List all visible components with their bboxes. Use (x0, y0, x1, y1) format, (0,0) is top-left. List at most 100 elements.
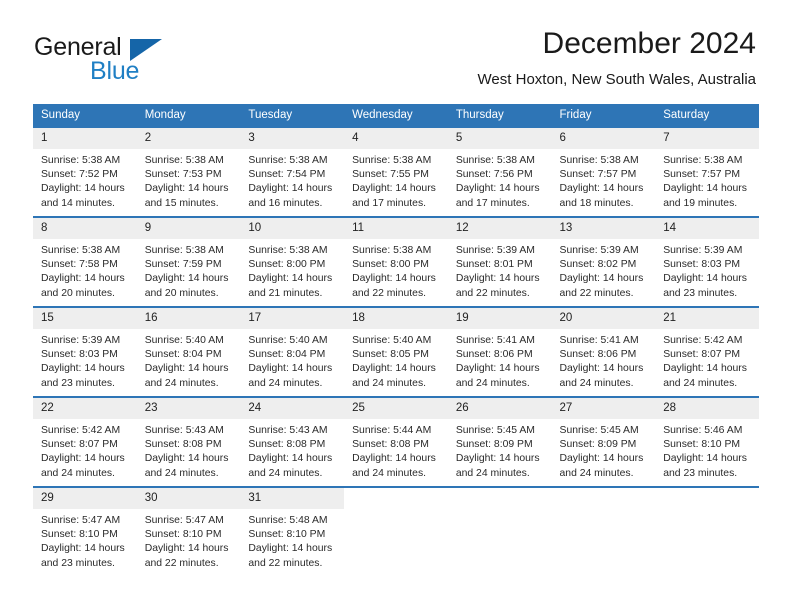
day-cell[interactable]: 12 Sunrise: 5:39 AM Sunset: 8:01 PM Dayl… (447, 216, 552, 307)
day-cell[interactable]: 26 Sunrise: 5:45 AM Sunset: 8:09 PM Dayl… (447, 396, 552, 487)
sunrise-text: Sunrise: 5:40 AM (144, 335, 224, 346)
day-cell[interactable]: 15 Sunrise: 5:39 AM Sunset: 8:03 PM Dayl… (33, 306, 137, 397)
weekday-header-saturday: Saturday (655, 104, 759, 127)
day-details: Sunrise: 5:47 AM Sunset: 8:10 PM Dayligh… (33, 509, 137, 571)
sunset-text: Sunset: 8:09 PM (455, 439, 533, 451)
day-cell[interactable]: 24 Sunrise: 5:43 AM Sunset: 8:08 PM Dayl… (240, 396, 345, 487)
daylight-text-line2: and 14 minutes. (41, 197, 115, 209)
day-details: Sunrise: 5:38 AM Sunset: 7:52 PM Dayligh… (33, 149, 137, 211)
sunrise-text: Sunrise: 5:38 AM (559, 155, 639, 166)
day-details: Sunrise: 5:41 AM Sunset: 8:06 PM Dayligh… (448, 329, 552, 391)
daylight-text-line1: Daylight: 14 hours (352, 273, 436, 285)
generalblue-logo[interactable]: General Blue (34, 33, 234, 89)
daylight-text-line1: Daylight: 14 hours (41, 363, 125, 375)
day-cell[interactable]: 27 Sunrise: 5:45 AM Sunset: 8:09 PM Dayl… (551, 396, 656, 487)
day-cell[interactable]: 22 Sunrise: 5:42 AM Sunset: 8:07 PM Dayl… (33, 396, 137, 487)
sunset-text: Sunset: 8:07 PM (663, 349, 741, 361)
sunset-text: Sunset: 8:10 PM (144, 529, 222, 541)
day-number: 17 (240, 308, 345, 329)
day-number: 13 (551, 218, 656, 239)
weekday-header-monday: Monday (136, 104, 241, 127)
daylight-text-line2: and 23 minutes. (41, 557, 115, 569)
day-cell[interactable]: 18 Sunrise: 5:40 AM Sunset: 8:05 PM Dayl… (344, 306, 448, 397)
sunrise-text: Sunrise: 5:39 AM (455, 245, 535, 256)
day-cell[interactable]: 3 Sunrise: 5:38 AM Sunset: 7:54 PM Dayli… (240, 126, 345, 217)
daylight-text-line2: and 22 minutes. (559, 287, 634, 299)
day-cell[interactable]: 1 Sunrise: 5:38 AM Sunset: 7:52 PM Dayli… (33, 126, 137, 217)
daylight-text-line2: and 18 minutes. (559, 197, 634, 209)
day-details: Sunrise: 5:38 AM Sunset: 8:00 PM Dayligh… (240, 239, 344, 301)
day-details: Sunrise: 5:38 AM Sunset: 7:54 PM Dayligh… (240, 149, 344, 211)
day-cell[interactable]: 7 Sunrise: 5:38 AM Sunset: 7:57 PM Dayli… (655, 126, 759, 217)
daylight-text-line1: Daylight: 14 hours (352, 183, 436, 195)
daylight-text-line2: and 20 minutes. (41, 287, 115, 299)
daylight-text-line1: Daylight: 14 hours (455, 453, 540, 465)
day-number (655, 488, 759, 509)
daylight-text-line1: Daylight: 14 hours (144, 543, 229, 555)
logo-text-blue: Blue (90, 57, 140, 85)
sunset-text: Sunset: 8:04 PM (248, 349, 326, 361)
day-number: 15 (33, 308, 137, 329)
day-number: 8 (33, 218, 137, 239)
day-number: 27 (551, 398, 656, 419)
day-number: 14 (655, 218, 759, 239)
title-block: December 2024 West Hoxton, New South Wal… (478, 26, 756, 91)
day-details: Sunrise: 5:43 AM Sunset: 8:08 PM Dayligh… (137, 419, 241, 481)
day-cell[interactable]: 8 Sunrise: 5:38 AM Sunset: 7:58 PM Dayli… (33, 216, 137, 307)
daylight-text-line1: Daylight: 14 hours (559, 453, 644, 465)
day-cell[interactable]: 4 Sunrise: 5:38 AM Sunset: 7:55 PM Dayli… (344, 126, 448, 217)
day-cell[interactable]: 23 Sunrise: 5:43 AM Sunset: 8:08 PM Dayl… (136, 396, 241, 487)
day-cell[interactable]: 2 Sunrise: 5:38 AM Sunset: 7:53 PM Dayli… (136, 126, 241, 217)
day-cell[interactable]: 19 Sunrise: 5:41 AM Sunset: 8:06 PM Dayl… (447, 306, 552, 397)
daylight-text-line2: and 22 minutes. (248, 557, 323, 569)
day-cell[interactable]: 21 Sunrise: 5:42 AM Sunset: 8:07 PM Dayl… (655, 306, 759, 397)
sunset-text: Sunset: 8:02 PM (559, 259, 637, 271)
sunrise-text: Sunrise: 5:38 AM (41, 155, 121, 166)
day-cell[interactable]: 10 Sunrise: 5:38 AM Sunset: 8:00 PM Dayl… (240, 216, 345, 307)
daylight-text-line2: and 24 minutes. (352, 377, 427, 389)
sunrise-text: Sunrise: 5:48 AM (248, 515, 328, 526)
sunset-text: Sunset: 7:52 PM (41, 169, 118, 181)
day-cell[interactable]: 31 Sunrise: 5:48 AM Sunset: 8:10 PM Dayl… (240, 486, 345, 576)
day-cell[interactable]: 17 Sunrise: 5:40 AM Sunset: 8:04 PM Dayl… (240, 306, 345, 397)
sunrise-text: Sunrise: 5:42 AM (663, 335, 743, 346)
sunrise-text: Sunrise: 5:41 AM (455, 335, 535, 346)
day-cell[interactable]: 25 Sunrise: 5:44 AM Sunset: 8:08 PM Dayl… (344, 396, 448, 487)
page-title: December 2024 (542, 27, 756, 60)
daylight-text-line1: Daylight: 14 hours (455, 273, 540, 285)
day-cell[interactable]: 30 Sunrise: 5:47 AM Sunset: 8:10 PM Dayl… (136, 486, 241, 576)
day-details: Sunrise: 5:38 AM Sunset: 7:55 PM Dayligh… (344, 149, 448, 211)
day-cell[interactable]: 11 Sunrise: 5:38 AM Sunset: 8:00 PM Dayl… (344, 216, 448, 307)
day-cell[interactable]: 5 Sunrise: 5:38 AM Sunset: 7:56 PM Dayli… (447, 126, 552, 217)
sunrise-text: Sunrise: 5:40 AM (248, 335, 328, 346)
day-cell[interactable]: 20 Sunrise: 5:41 AM Sunset: 8:06 PM Dayl… (551, 306, 656, 397)
day-cell[interactable]: 16 Sunrise: 5:40 AM Sunset: 8:04 PM Dayl… (136, 306, 241, 397)
day-cell[interactable]: 28 Sunrise: 5:46 AM Sunset: 8:10 PM Dayl… (655, 396, 759, 487)
daylight-text-line2: and 24 minutes. (559, 467, 634, 479)
day-cell[interactable]: 29 Sunrise: 5:47 AM Sunset: 8:10 PM Dayl… (33, 486, 137, 576)
sunrise-text: Sunrise: 5:41 AM (559, 335, 639, 346)
day-cell[interactable]: 14 Sunrise: 5:39 AM Sunset: 8:03 PM Dayl… (655, 216, 759, 307)
daylight-text-line2: and 24 minutes. (455, 467, 530, 479)
sunset-text: Sunset: 8:03 PM (663, 259, 741, 271)
calendar-grid: Sunday Monday Tuesday Wednesday Thursday… (33, 104, 759, 576)
calendar-week-row: 22 Sunrise: 5:42 AM Sunset: 8:07 PM Dayl… (33, 396, 759, 487)
day-cell-empty (655, 486, 759, 576)
daylight-text-line1: Daylight: 14 hours (144, 363, 229, 375)
day-number: 7 (655, 128, 759, 149)
day-cell[interactable]: 6 Sunrise: 5:38 AM Sunset: 7:57 PM Dayli… (551, 126, 656, 217)
daylight-text-line2: and 23 minutes. (41, 377, 115, 389)
sunset-text: Sunset: 8:05 PM (352, 349, 429, 361)
day-cell-empty (344, 486, 448, 576)
day-cell[interactable]: 13 Sunrise: 5:39 AM Sunset: 8:02 PM Dayl… (551, 216, 656, 307)
day-cell[interactable]: 9 Sunrise: 5:38 AM Sunset: 7:59 PM Dayli… (136, 216, 241, 307)
daylight-text-line2: and 15 minutes. (144, 197, 219, 209)
daylight-text-line2: and 24 minutes. (144, 377, 219, 389)
daylight-text-line1: Daylight: 14 hours (559, 183, 644, 195)
daylight-text-line1: Daylight: 14 hours (455, 183, 540, 195)
weekday-header-thursday: Thursday (447, 104, 552, 127)
daylight-text-line1: Daylight: 14 hours (663, 183, 747, 195)
sunrise-text: Sunrise: 5:46 AM (663, 425, 743, 436)
sunset-text: Sunset: 8:00 PM (248, 259, 326, 271)
daylight-text-line2: and 19 minutes. (663, 197, 738, 209)
